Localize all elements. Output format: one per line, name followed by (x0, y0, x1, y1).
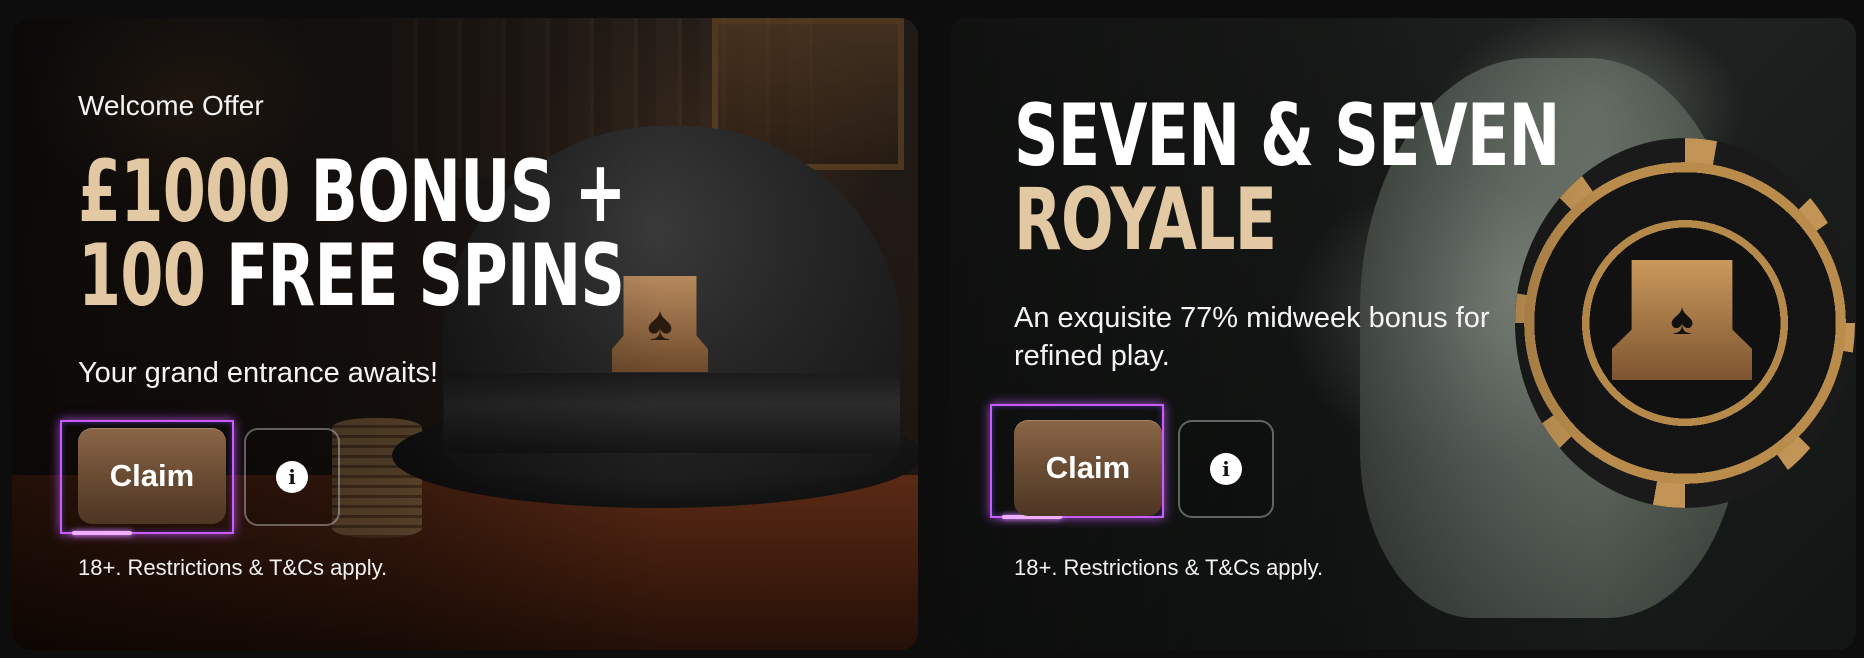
offer-headline: SEVEN & SEVEN ROYALE (1014, 86, 1560, 271)
info-button[interactable]: i (1178, 420, 1274, 518)
headline-line-1: SEVEN & SEVEN (1014, 86, 1560, 186)
welcome-offer-content: Welcome Offer £1000 BONUS + 100 FREE SPI… (60, 18, 918, 650)
claim-button[interactable]: Claim (78, 428, 226, 524)
offer-kicker: Welcome Offer (78, 90, 264, 121)
seven-and-seven-royale-card: ♠ SEVEN & SEVEN ROYALE An exquisite 77% … (950, 18, 1856, 650)
claim-button[interactable]: Claim (1014, 420, 1162, 516)
terms-text: 18+. Restrictions & T&Cs apply. (1014, 555, 1324, 580)
info-icon: i (1210, 453, 1242, 485)
headline-line-2: 100 FREE SPINS (78, 233, 626, 319)
info-icon: i (276, 461, 308, 493)
info-button[interactable]: i (244, 428, 340, 526)
offer-subtext: An exquisite 77% midweek bonus for refin… (1014, 302, 1490, 372)
welcome-offer-card: ♠ Welcome Offer £1000 BONUS + 100 FREE S… (12, 18, 918, 650)
headline-line-2: ROYALE (1014, 170, 1277, 271)
headline-line-1: £1000 BONUS + (78, 149, 626, 235)
spins-amount: 100 (78, 226, 206, 327)
offer-subtext: Your grand entrance awaits! (78, 357, 439, 389)
royale-offer-content: SEVEN & SEVEN ROYALE An exquisite 77% mi… (990, 18, 1856, 650)
spins-label: FREE SPINS (225, 226, 625, 327)
terms-text: 18+. Restrictions & T&Cs apply. (78, 555, 388, 580)
offer-headline: £1000 BONUS + 100 FREE SPINS (78, 149, 626, 319)
promo-banner-strip: ♠ Welcome Offer £1000 BONUS + 100 FREE S… (0, 0, 1864, 658)
